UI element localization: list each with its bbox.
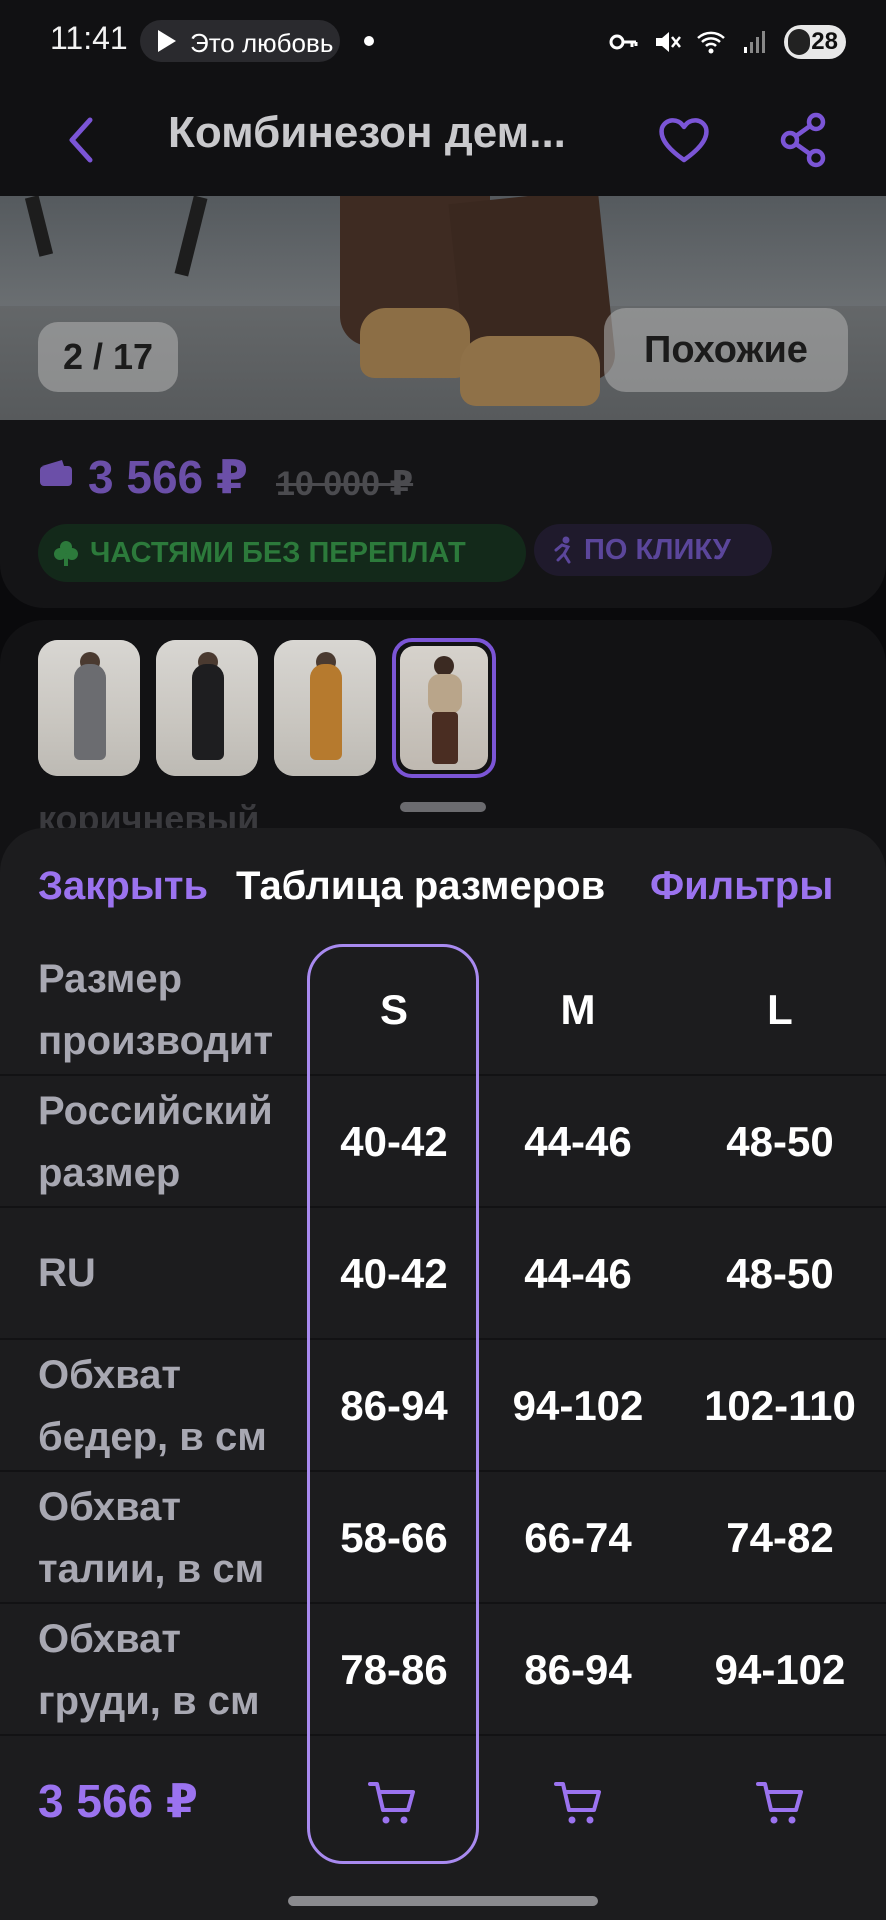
size-column-m[interactable]: M [488, 986, 668, 1034]
wifi-icon [697, 31, 725, 54]
filters-button[interactable]: Фильтры [650, 864, 833, 909]
selected-size-highlight [307, 944, 479, 1864]
photo-chair-leg [174, 196, 208, 277]
similar-button[interactable]: Похожие [604, 308, 848, 392]
cart-icon[interactable] [552, 1776, 604, 1828]
color-thumb-beige[interactable] [274, 640, 376, 776]
home-indicator[interactable] [288, 1896, 598, 1906]
clover-icon [54, 541, 78, 566]
status-time: 11:41 [50, 20, 128, 56]
table-cell: 44-46 [524, 1118, 632, 1165]
current-price: 3 566 ₽ [88, 451, 248, 503]
row-label: RU [38, 1251, 96, 1295]
sheet-title: Таблица размеров [236, 864, 606, 908]
color-thumb-gray[interactable] [38, 640, 140, 776]
photo-boot [460, 336, 600, 406]
product-photo[interactable]: 2 / 17 Похожие [0, 196, 886, 420]
installments-badge[interactable]: ЧАСТЯМИ БЕЗ ПЕРЕПЛАТ [38, 524, 526, 582]
notification-dot-icon [364, 36, 374, 46]
color-thumb-black[interactable] [156, 640, 258, 776]
row-label: Обхват бедер, в см [38, 1353, 267, 1459]
thumb-figure [192, 664, 224, 760]
photo-chair-leg [24, 196, 54, 257]
thumb-jacket [428, 674, 462, 714]
app-header: Комбинезон дем... [0, 84, 886, 196]
table-cell: 94-102 [512, 1382, 644, 1429]
status-bar: 11:41 Это любовь 28 [0, 0, 886, 84]
table-cell: 48-50 [726, 1250, 834, 1297]
sheet-drag-handle[interactable] [400, 802, 486, 812]
one-click-badge[interactable]: ПО КЛИКУ [534, 524, 772, 576]
one-click-label: ПО КЛИКУ [584, 533, 731, 566]
close-button[interactable]: Закрыть [38, 864, 208, 909]
size-column-l[interactable]: L [690, 986, 870, 1034]
wallet-icon [40, 460, 72, 486]
heart-icon[interactable] [656, 112, 712, 168]
row-label: Российский размер [38, 1089, 273, 1195]
page-title: Комбинезон дем... [168, 108, 566, 157]
table-cell: 86-94 [524, 1646, 632, 1693]
media-title: Это любовь [190, 28, 334, 58]
sheet-header: Закрыть Таблица размеров Фильтры [0, 864, 886, 924]
cart-icon[interactable] [366, 1776, 418, 1828]
mute-icon [656, 32, 681, 52]
play-icon [158, 30, 176, 52]
thumb-trousers [432, 712, 458, 764]
footer-price: 3 566 ₽ [38, 1775, 198, 1827]
table-cell: 94-102 [714, 1646, 846, 1693]
thumb-figure [310, 664, 342, 760]
row-label: Размер производит [38, 957, 274, 1063]
back-chevron-icon[interactable] [62, 110, 102, 170]
battery-icon: 28 [784, 25, 846, 59]
running-icon [554, 536, 571, 564]
thumb-figure [74, 664, 106, 760]
table-cell: 102-110 [704, 1382, 856, 1429]
key-icon [609, 34, 638, 50]
status-icons: 28 [608, 22, 846, 62]
row-label: Обхват груди, в см [38, 1617, 260, 1723]
price-card: 3 566 ₽ 10 000 ₽ ЧАСТЯМИ БЕЗ ПЕРЕПЛАТ ПО… [0, 420, 886, 608]
table-cell: 48-50 [726, 1118, 834, 1165]
media-pill[interactable]: Это любовь [140, 20, 340, 62]
table-cell: 44-46 [524, 1250, 632, 1297]
table-cell: 66-74 [524, 1514, 632, 1561]
installments-label: ЧАСТЯМИ БЕЗ ПЕРЕПЛАТ [90, 536, 466, 569]
share-icon[interactable] [776, 110, 832, 170]
photo-boot [360, 308, 470, 378]
image-counter: 2 / 17 [38, 322, 178, 392]
signal-icon [744, 31, 765, 53]
color-thumb-brown-selected[interactable] [392, 638, 496, 778]
old-price: 10 000 ₽ [276, 465, 414, 503]
table-cell: 74-82 [726, 1514, 834, 1561]
row-label: Обхват талии, в см [38, 1485, 265, 1591]
cart-icon[interactable] [754, 1776, 806, 1828]
